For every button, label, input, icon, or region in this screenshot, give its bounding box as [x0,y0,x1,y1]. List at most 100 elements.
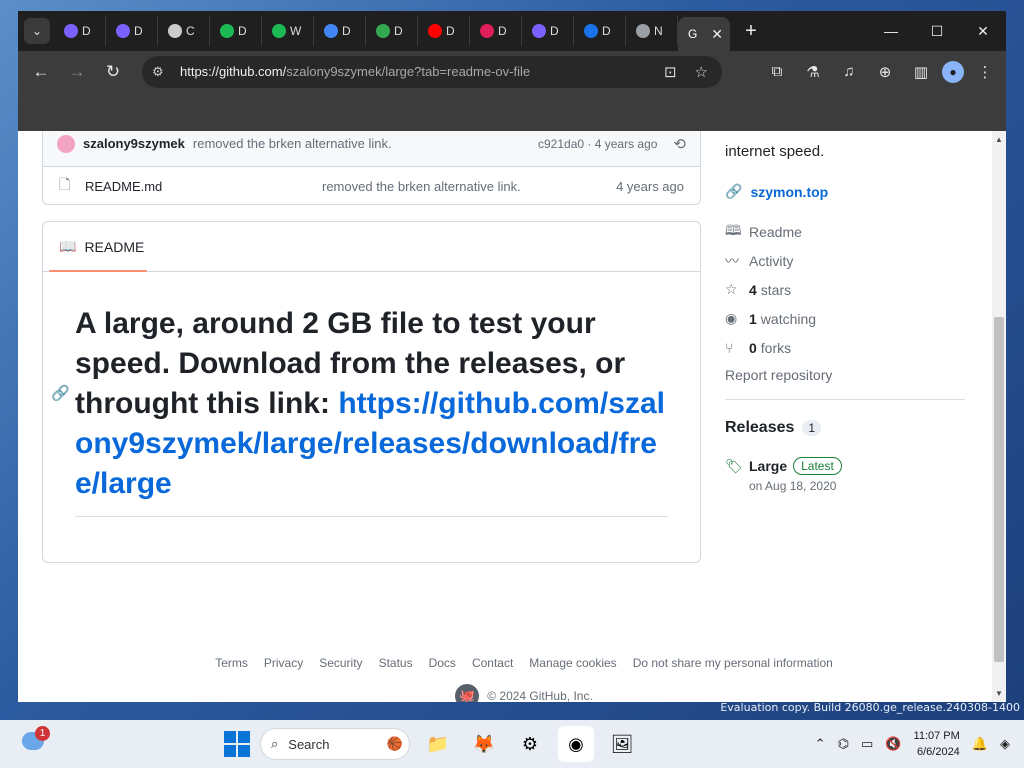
sidebar-item-readme[interactable]: 🕮 Readme [725,217,816,246]
table-row[interactable]: 🗋 README.md removed the brken alternativ… [43,167,700,205]
clock-date: 6/6/2024 [916,746,960,758]
volume-icon[interactable]: 🔇 [885,736,901,752]
website-link[interactable]: 🔗 szymon.top [725,183,828,200]
tab-8[interactable]: D [470,16,522,46]
file-date: 4 years ago [616,178,684,194]
clock[interactable]: 11:07 PM 6/6/2024 [914,728,960,760]
file-commit-message[interactable]: removed the brken alternative link. [322,179,521,194]
sidebar-item-activity[interactable]: 〰 Activity [725,246,816,275]
weather-widget[interactable]: 1 [18,726,50,758]
address-url[interactable]: https://github.com/szalony9szymek/large?… [180,64,530,79]
eye-icon: ◉ [725,310,738,326]
tab-10[interactable]: D [574,16,626,46]
tab-0[interactable]: D [54,16,106,46]
downloads-icon[interactable]: ⊕ [870,57,900,87]
tab-11[interactable]: N [626,16,678,46]
releases-heading[interactable]: Releases 1 [725,419,822,437]
forward-button[interactable]: → [62,57,92,87]
site-info-icon[interactable]: ⚙ [152,64,170,80]
sidebar-item-label: Activity [749,252,794,269]
circle-multicolor-icon [532,24,546,38]
release-name[interactable]: Large [749,458,787,474]
latest-badge: Latest [793,457,842,475]
sidebar-item-forks[interactable]: ⑂ 0 forks [725,333,816,362]
layers-icon [168,24,182,38]
footer-link[interactable]: Do not share my personal information [633,656,833,670]
tab-9[interactable]: D [522,16,574,46]
tab-search-button[interactable]: ⌄ [24,18,50,44]
address-bar[interactable]: ⚙ https://github.com/szalony9szymek/larg… [142,55,722,88]
browser-window: ⌄ D D C D W D D D D D D N G ✕ + — ☐ ✕ ← → ↻ ⚙ https… [18,11,1006,702]
github-page: szalony9szymek removed the brken alterna… [18,131,1006,702]
footer-link[interactable]: Status [379,656,413,670]
footer-link[interactable]: Security [319,656,362,670]
bookmark-star-icon[interactable]: ☆ [695,63,708,81]
footer-link[interactable]: Contact [472,656,513,670]
new-tab-button[interactable]: + [736,20,766,43]
scroll-down-icon[interactable]: ▼ [995,689,1003,698]
release-item[interactable]: 🏷 Large Latest on Aug 18, 2020 [725,457,842,493]
clock-time: 11:07 PM [913,730,960,742]
scrollbar-thumb[interactable] [994,317,1004,662]
scroll-up-icon[interactable]: ▲ [995,135,1003,144]
tab-3[interactable]: D [210,16,262,46]
close-window-button[interactable]: ✕ [960,11,1006,51]
side-panel-icon[interactable]: ▥ [906,57,936,87]
footer-link[interactable]: Docs [429,656,456,670]
sidebar-item-stars[interactable]: ☆ 4 stars [725,275,816,304]
footer-links: Terms Privacy Security Status Docs Contact Man… [42,656,1006,670]
report-repository-link[interactable]: Report repository [725,367,832,383]
reload-button[interactable]: ↻ [98,57,128,87]
commit-author[interactable]: szalony9szymek [83,136,185,151]
tab-label: D [134,24,143,38]
settings-icon[interactable]: ⚙ [512,726,548,762]
avatar[interactable] [57,134,75,153]
address-host: https://github.com/ [180,64,287,79]
tab-active[interactable]: G ✕ [678,17,730,51]
page-scrollbar[interactable]: ▲ ▼ [992,131,1006,702]
profile-avatar-icon[interactable]: ● [942,60,964,83]
photos-icon[interactable]: 🖼 [604,726,640,762]
website-label: szymon.top [750,183,829,200]
extensions-icon[interactable]: ⧉ [762,57,792,87]
start-button[interactable] [224,731,250,757]
footer-link[interactable]: Privacy [264,656,303,670]
taskbar-search[interactable]: ⌕ Search 🏀 [260,728,410,760]
tab-label: N [654,24,663,38]
media-control-icon[interactable]: ♫ [834,57,864,87]
activity-icon: 〰 [725,252,739,269]
footer-link[interactable]: Terms [215,656,248,670]
file-explorer-icon[interactable]: 📁 [420,726,456,762]
menu-kebab-icon[interactable]: ⋮ [970,57,1000,87]
firefox-icon[interactable]: 🦊 [466,726,502,762]
display-icon[interactable]: ▭ [861,736,873,752]
close-icon[interactable]: ✕ [711,26,723,43]
github-logo-icon[interactable]: 🐙 [455,684,480,702]
chrome-icon[interactable]: ◉ [558,726,594,762]
tab-7[interactable]: D [418,16,470,46]
commit-sha[interactable]: c921da0 · 4 years ago [538,137,657,151]
file-name[interactable]: README.md [85,179,322,194]
minimize-button[interactable]: — [868,11,914,51]
tab-4[interactable]: W [262,16,314,46]
notification-bell-icon[interactable]: 🔔 [972,736,988,752]
footer-link[interactable]: Manage cookies [529,656,616,670]
tab-6[interactable]: D [366,16,418,46]
link-anchor-icon[interactable]: 🔗 [51,384,70,402]
labs-icon[interactable]: ⚗ [798,57,828,87]
copilot-icon[interactable]: ◈ [1000,736,1010,752]
chevron-up-icon[interactable]: ⌃ [815,736,826,752]
maximize-button[interactable]: ☐ [914,11,960,51]
readme-panel: 📖 README 🔗 A large, around 2 GB file to … [42,221,701,563]
tab-1[interactable]: D [106,16,158,46]
tab-2[interactable]: C [158,16,210,46]
sidebar-item-watching[interactable]: ◉ 1 watching [725,304,816,333]
install-app-icon[interactable]: ⊡ [664,63,677,81]
back-button[interactable]: ← [26,57,56,87]
commit-message[interactable]: removed the brken alternative link. [193,136,392,151]
file-list: szalony9szymek removed the brken alterna… [42,131,701,205]
readme-tab[interactable]: 📖 README [43,222,700,272]
history-icon[interactable]: ⟲ [673,135,686,153]
network-icon[interactable]: ⌬ [838,736,849,752]
tab-5[interactable]: D [314,16,366,46]
